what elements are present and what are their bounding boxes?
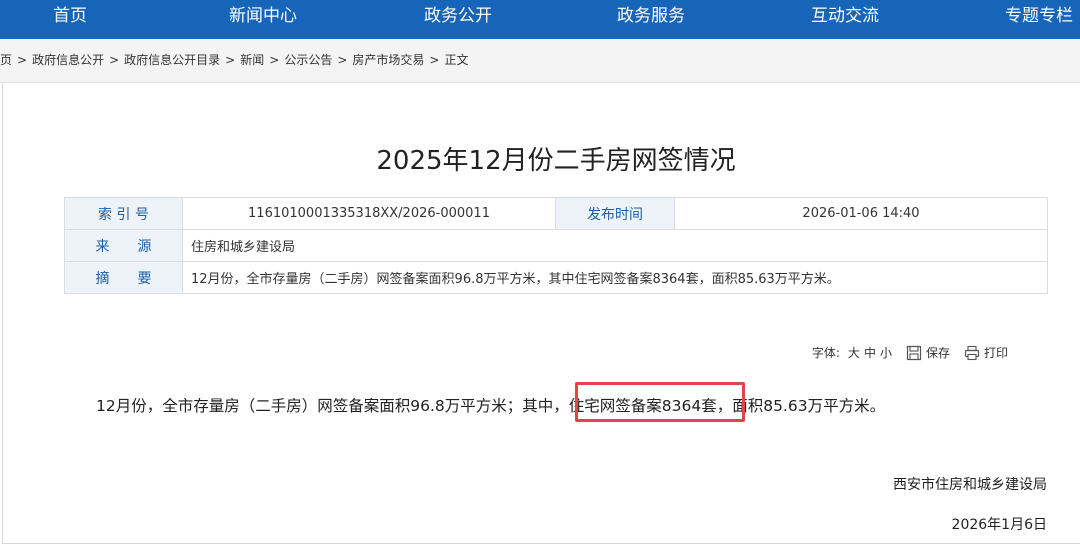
breadcrumb-gov-info-catalog[interactable]: 政府信息公开目录 (124, 53, 220, 67)
metadata-table: 索 引 号 1161010001335318XX/2026-000011 发布时… (64, 197, 1048, 294)
metadata-row-source: 来 源 住房和城乡建设局 (64, 229, 1048, 262)
article-body: 12月份，全市存量房（二手房）网签备案面积96.8万平方米；其中，住宅网签备案8… (96, 394, 885, 416)
body-text-end: 面积85.63万平方米。 (732, 397, 886, 415)
index-label: 索 引 号 (64, 197, 183, 230)
breadcrumb: 首页 > 政府信息公开 > 政府信息公开目录 > 新闻 > 公示公告 > 房产市场交易 > 正文 (0, 39, 468, 82)
breadcrumb-separator: > (109, 53, 120, 67)
print-button[interactable]: 打印 (984, 344, 1008, 361)
breadcrumb-current: 正文 (444, 53, 469, 67)
body-text-start: 12月份，全市存量房（二手房）网签备案面积96.8万平方米；其中， (96, 397, 569, 415)
nav-interaction[interactable]: 互动交流 (811, 0, 879, 39)
nav-government-services[interactable]: 政务服务 (617, 0, 685, 39)
publish-time-value: 2026-01-06 14:40 (674, 197, 1048, 230)
source-value: 住房和城乡建设局 (182, 229, 1048, 262)
breadcrumb-separator: > (269, 53, 280, 67)
breadcrumb-separator: > (337, 53, 348, 67)
breadcrumb-announcements[interactable]: 公示公告 (284, 53, 332, 67)
print-icon[interactable] (964, 345, 980, 361)
page-title: 2025年12月份二手房网签情况 (376, 146, 736, 176)
article-toolbar: 字体: 大 中 小 保存 打印 (812, 344, 1008, 361)
save-button[interactable]: 保存 (926, 344, 950, 361)
breadcrumb-home[interactable]: 首页 (0, 53, 12, 67)
source-label: 来 源 (64, 229, 183, 262)
breadcrumb-separator: > (429, 53, 440, 67)
article-date: 2026年1月6日 (951, 517, 1047, 533)
breadcrumb-property-trading[interactable]: 房产市场交易 (352, 53, 424, 67)
font-size-label: 字体: (811, 346, 840, 360)
breadcrumb-news[interactable]: 新闻 (240, 53, 264, 67)
metadata-row-index: 索 引 号 1161010001335318XX/2026-000011 发布时… (64, 197, 1048, 230)
breadcrumb-separator: > (225, 53, 236, 67)
font-size-medium[interactable]: 中 (864, 344, 876, 361)
top-navigation: 首页 新闻中心 政务公开 政务服务 互动交流 专题专栏 (0, 0, 1080, 39)
font-size-large[interactable]: 大 (848, 344, 860, 361)
publish-time-label: 发布时间 (555, 197, 675, 230)
summary-label: 摘 要 (64, 261, 183, 294)
nav-home[interactable]: 首页 (53, 0, 87, 39)
nav-news-center[interactable]: 新闻中心 (229, 0, 297, 39)
nav-government-affairs[interactable]: 政务公开 (424, 0, 492, 39)
article-signature: 西安市住房和城乡建设局 (893, 477, 1047, 493)
breadcrumb-gov-info[interactable]: 政府信息公开 (32, 53, 104, 67)
font-size-small[interactable]: 小 (880, 344, 892, 361)
summary-value: 12月份，全市存量房（二手房）网签备案面积96.8万平方米，其中住宅网签备案83… (182, 261, 1048, 294)
index-value: 1161010001335318XX/2026-000011 (182, 197, 556, 230)
highlight-box (575, 382, 745, 422)
breadcrumb-separator: > (17, 53, 28, 67)
save-icon[interactable] (906, 345, 922, 361)
metadata-row-summary: 摘 要 12月份，全市存量房（二手房）网签备案面积96.8万平方米，其中住宅网签… (64, 261, 1048, 294)
breadcrumb-bar: 首页 > 政府信息公开 > 政府信息公开目录 > 新闻 > 公示公告 > 房产市场交易 > 正文 (0, 39, 1080, 83)
nav-special-topics[interactable]: 专题专栏 (1005, 0, 1073, 39)
